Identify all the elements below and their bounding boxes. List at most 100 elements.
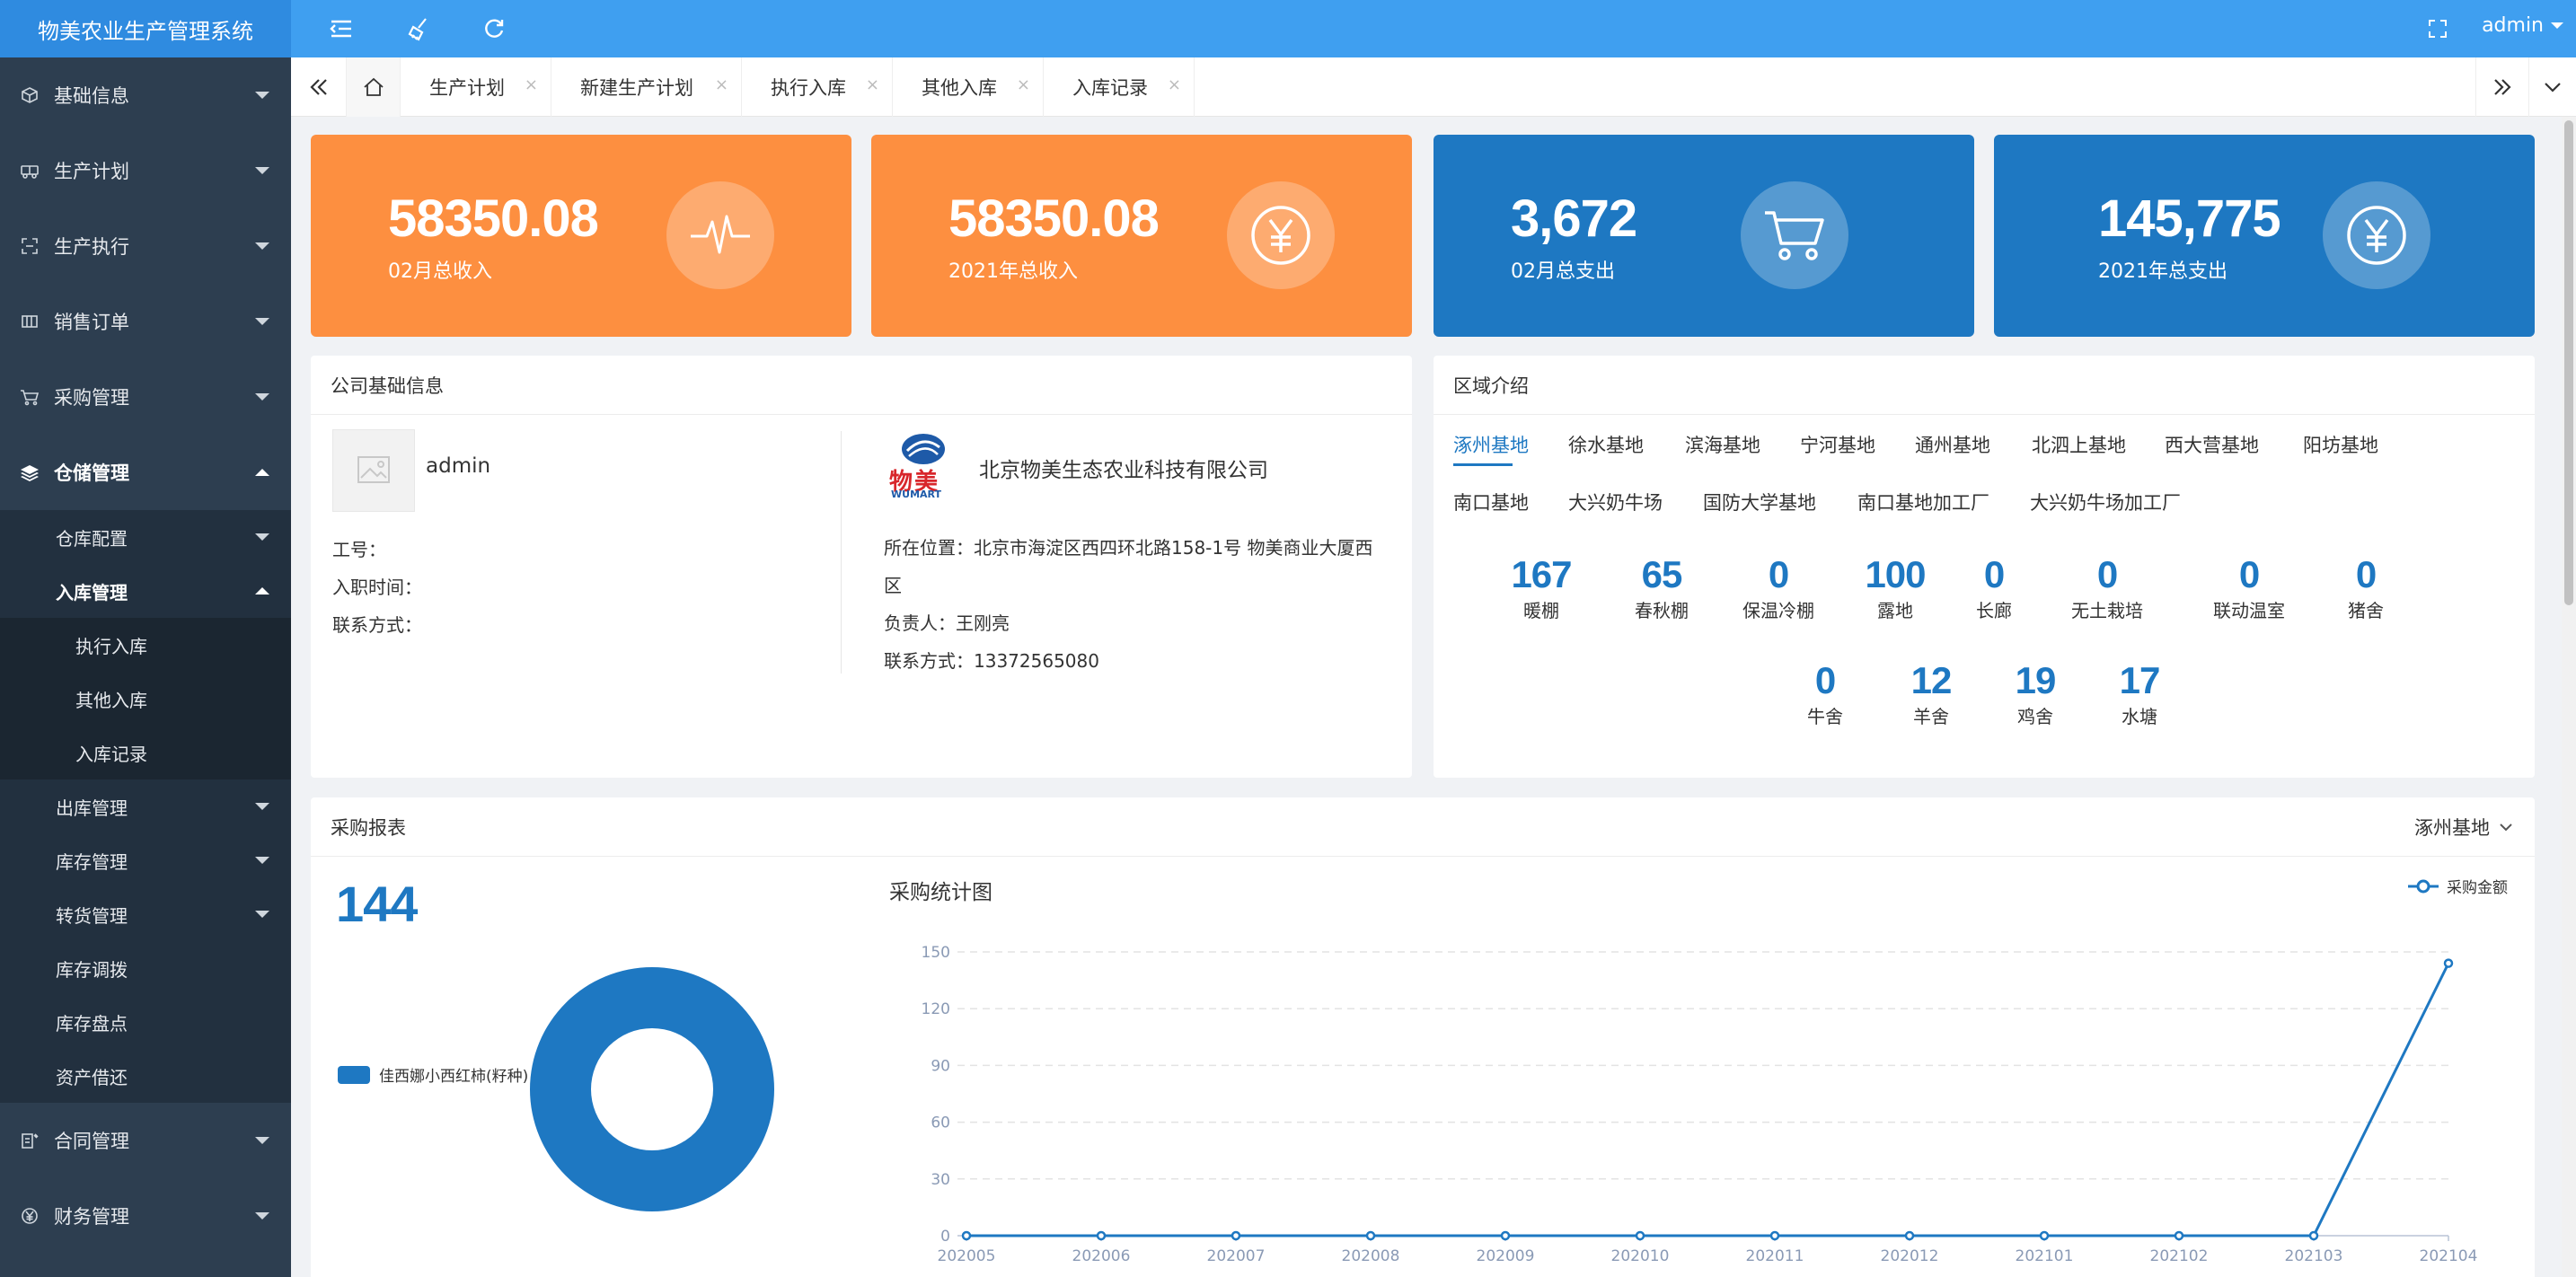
scrollbar[interactable] xyxy=(2562,117,2576,1277)
clear-cache-icon[interactable] xyxy=(402,13,435,45)
region-tab[interactable]: 徐水基地 xyxy=(1568,431,1644,458)
data-point[interactable] xyxy=(2443,958,2454,968)
stat-label: 02月总支出 xyxy=(1511,260,1615,283)
region-stat-value: 0 xyxy=(2238,553,2260,595)
region-tab[interactable]: 大兴奶牛场加工厂 xyxy=(2030,489,2181,515)
tab-more[interactable] xyxy=(2529,57,2576,117)
sidebar-item-exec-inbound[interactable]: 执行入库 xyxy=(0,618,291,672)
region-tab[interactable]: 通州基地 xyxy=(1915,431,1990,458)
data-point[interactable] xyxy=(2174,1230,2184,1241)
close-icon[interactable]: × xyxy=(1017,75,1030,94)
chevron-up-icon xyxy=(255,587,269,594)
region-tab[interactable]: 阳坊基地 xyxy=(2303,431,2378,458)
data-point[interactable] xyxy=(2039,1230,2050,1241)
region-tab[interactable]: 南口基地加工厂 xyxy=(1857,489,1989,515)
region-tab[interactable]: 国防大学基地 xyxy=(1703,489,1816,515)
region-stat-label: 猪舍 xyxy=(2348,600,2384,621)
sidebar-item-storage[interactable]: 仓储管理 xyxy=(0,435,291,510)
chevron-down-icon xyxy=(255,533,269,541)
data-point[interactable] xyxy=(1635,1230,1645,1241)
data-point[interactable] xyxy=(1500,1230,1511,1241)
sidebar-item-inbound-record[interactable]: 入库记录 xyxy=(0,726,291,779)
refresh-icon[interactable] xyxy=(478,13,510,45)
data-point[interactable] xyxy=(1096,1230,1107,1241)
sidebar-item-finance[interactable]: 财务管理 xyxy=(0,1178,291,1254)
tab-other-inbound[interactable]: 其他入库 × xyxy=(893,57,1044,117)
data-point[interactable] xyxy=(1904,1230,1915,1241)
join-date-label: 入职时间： xyxy=(332,577,422,598)
chevron-down-icon xyxy=(2545,83,2561,92)
yen-icon xyxy=(2323,181,2430,289)
sidebar-item-contract[interactable]: 合同管理 xyxy=(0,1103,291,1178)
legend-label: 佳西娜小西红柿(籽种) xyxy=(379,1068,529,1086)
cube-icon xyxy=(20,85,40,105)
region-tab[interactable]: 大兴奶牛场 xyxy=(1568,489,1663,515)
data-point[interactable] xyxy=(2308,1230,2319,1241)
menu-fold-icon[interactable] xyxy=(325,13,357,45)
sidebar-item-production-exec[interactable]: 生产执行 xyxy=(0,208,291,284)
fullscreen-icon[interactable] xyxy=(2422,13,2454,45)
chevron-down-icon xyxy=(255,393,269,401)
close-icon[interactable]: × xyxy=(525,75,538,94)
tab-new-production-plan[interactable]: 新建生产计划 × xyxy=(551,57,742,117)
sidebar-item-transfer[interactable]: 转货管理 xyxy=(0,887,291,941)
sidebar-item-inventory[interactable]: 库存管理 xyxy=(0,833,291,887)
region-stat-value: 65 xyxy=(1641,553,1683,595)
data-point[interactable] xyxy=(1231,1230,1241,1241)
close-icon[interactable]: × xyxy=(1168,75,1181,94)
y-tick-label: 90 xyxy=(931,1057,950,1075)
sidebar-item-stocktake[interactable]: 库存盘点 xyxy=(0,995,291,1049)
data-point[interactable] xyxy=(1365,1230,1376,1241)
stat-label: 2021年总收入 xyxy=(948,260,1078,283)
region-stat-label: 鸡舍 xyxy=(2017,706,2053,727)
region-tab[interactable]: 西大营基地 xyxy=(2165,431,2259,458)
tab-production-plan[interactable]: 生产计划 × xyxy=(401,57,551,117)
region-tab[interactable]: 宁河基地 xyxy=(1800,431,1875,458)
contract-icon xyxy=(20,1131,40,1150)
sidebar-item-purchase[interactable]: 采购管理 xyxy=(0,359,291,435)
stat-label: 2021年总支出 xyxy=(2098,260,2228,283)
data-point[interactable] xyxy=(1769,1230,1780,1241)
sidebar-item-label: 生产计划 xyxy=(54,161,129,182)
data-point[interactable] xyxy=(961,1230,972,1241)
sidebar-item-asset-loan[interactable]: 资产借还 xyxy=(0,1049,291,1103)
sidebar-item-production-plan[interactable]: 生产计划 xyxy=(0,133,291,208)
sidebar-item-allocation[interactable]: 库存调拨 xyxy=(0,941,291,995)
region-tab[interactable]: 南口基地 xyxy=(1453,489,1529,515)
pie-slice[interactable] xyxy=(530,967,774,1211)
sidebar-item-inbound[interactable]: 入库管理 xyxy=(0,564,291,618)
region-tab[interactable]: 涿州基地 xyxy=(1453,431,1529,458)
close-icon[interactable]: × xyxy=(715,75,728,94)
pie-legend[interactable]: 佳西娜小西红柿(籽种) xyxy=(338,1063,528,1086)
chevron-down-icon xyxy=(255,1137,269,1144)
sidebar-item-outbound[interactable]: 出库管理 xyxy=(0,779,291,833)
tab-scroll-right[interactable] xyxy=(2475,57,2529,117)
region-tab[interactable]: 滨海基地 xyxy=(1685,431,1760,458)
tab-inbound-record[interactable]: 入库记录 × xyxy=(1044,57,1195,117)
company-logo: 物美 WUMART xyxy=(886,431,961,500)
region-tab[interactable]: 北泗上基地 xyxy=(2032,431,2126,458)
tab-label: 其他入库 xyxy=(922,77,997,99)
sidebar-item-other-inbound[interactable]: 其他入库 xyxy=(0,672,291,726)
line-legend[interactable]: 采购金额 xyxy=(2407,875,2508,897)
table-icon xyxy=(20,312,40,331)
user-menu[interactable]: admin xyxy=(2482,14,2563,37)
x-tick-label: 202103 xyxy=(2285,1247,2343,1265)
sidebar-item-basic-info[interactable]: 基础信息 xyxy=(0,57,291,133)
base-selector[interactable]: 涿州基地 xyxy=(2414,814,2513,841)
company-location: 所在位置：北京市海淀区西四环北路158-1号 物美商业大厦西 xyxy=(884,537,1373,559)
region-stat-label: 羊舍 xyxy=(1913,706,1949,727)
region-stat-value: 0 xyxy=(2096,553,2118,595)
tab-home[interactable] xyxy=(347,57,401,117)
close-icon[interactable]: × xyxy=(866,75,879,94)
scrollbar-thumb[interactable] xyxy=(2564,120,2573,605)
legend-swatch xyxy=(338,1065,370,1084)
sidebar-item-sales-order[interactable]: 销售订单 xyxy=(0,284,291,359)
sidebar-item-label: 合同管理 xyxy=(54,1131,129,1152)
sidebar-item-label: 财务管理 xyxy=(54,1206,129,1228)
tab-exec-inbound[interactable]: 执行入库 × xyxy=(742,57,893,117)
x-tick-label: 202104 xyxy=(2420,1247,2478,1265)
stat-value: 3,672 xyxy=(1511,189,1637,248)
sidebar-item-warehouse-config[interactable]: 仓库配置 xyxy=(0,510,291,564)
tab-scroll-left[interactable] xyxy=(291,57,347,117)
